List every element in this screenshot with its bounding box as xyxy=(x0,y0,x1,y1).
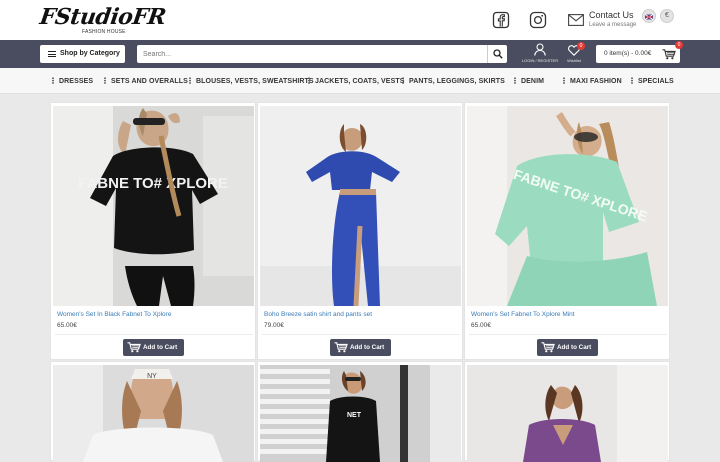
dots-icon xyxy=(52,77,54,84)
shop-by-category-button[interactable]: Shop by Category xyxy=(40,45,125,63)
cart-icon xyxy=(541,342,555,353)
cart-count-badge: 0 xyxy=(675,41,683,49)
divider xyxy=(469,334,667,335)
product-image[interactable] xyxy=(260,106,461,306)
login-register-label: LOGIN / REGISTER xyxy=(521,58,559,63)
product-card: FABNE TO# XPLORE Women's Set In Black Fa… xyxy=(50,102,256,360)
shop-by-category-label: Shop by Category xyxy=(60,50,120,57)
contact-subtitle: Leave a message xyxy=(589,22,637,28)
nav-item-label: PANTS, LEGGINGS, SKIRTS xyxy=(409,78,505,85)
cart-icon xyxy=(662,49,676,60)
contact-us-link[interactable]: Contact Us Leave a message xyxy=(568,9,638,33)
divider xyxy=(55,334,253,335)
product-card xyxy=(464,361,670,462)
nav-item-blouses[interactable]: BLOUSES, VESTS, SWEATSHIRTS xyxy=(189,68,314,94)
category-nav: DRESSES SETS AND OVERALLS BLOUSES, VESTS… xyxy=(0,68,720,94)
nav-item-label: DRESSES xyxy=(59,78,94,85)
product-title-link[interactable]: Women's Set In Black Fabnet To Xplore xyxy=(57,311,171,318)
nav-item-label: MAXI FASHION xyxy=(570,78,622,85)
nav-item-label: JACKETS, COATS, VESTS xyxy=(315,78,405,85)
product-title-link[interactable]: Women's Set Fabnet To Xplore Mint xyxy=(471,311,575,318)
logo-subtitle: FASHION HOUSE xyxy=(82,29,126,35)
user-icon xyxy=(534,43,546,56)
product-card: FABNE TO# XPLORE Women's Set Fabnet To X… xyxy=(464,102,670,360)
main-toolbar: Shop by Category LOGIN / REGISTER 0 Wish… xyxy=(0,40,720,68)
dots-icon xyxy=(563,77,565,84)
product-image[interactable]: FABNE TO# XPLORE xyxy=(53,106,254,306)
nav-item-maxi-fashion[interactable]: MAXI FASHION xyxy=(563,68,622,94)
dots-icon xyxy=(402,77,404,84)
nav-item-dresses[interactable]: DRESSES xyxy=(52,68,93,94)
wishlist-label: Wishlist xyxy=(567,58,581,63)
dots-icon xyxy=(104,77,106,84)
nav-item-label: BLOUSES, VESTS, SWEATSHIRTS xyxy=(196,78,314,85)
menu-icon xyxy=(48,51,56,57)
search-button[interactable] xyxy=(487,45,507,63)
cart-button[interactable]: 0 item(s) - 0.00€ 0 xyxy=(596,41,683,63)
contact-title: Contact Us xyxy=(589,10,634,20)
top-header: FStudioFR FASHION HOUSE Contact Us Leave… xyxy=(0,0,720,40)
add-to-cart-label: Add to Cart xyxy=(557,344,592,351)
divider xyxy=(262,334,460,335)
add-to-cart-button[interactable]: Add to Cart xyxy=(537,339,598,356)
nav-item-sets-and-overalls[interactable]: SETS AND OVERALLS xyxy=(104,68,188,94)
nav-item-pants[interactable]: PANTS, LEGGINGS, SKIRTS xyxy=(402,68,505,94)
add-to-cart-button[interactable]: Add to Cart xyxy=(330,339,391,356)
nav-item-denim[interactable]: DENIM xyxy=(514,68,544,94)
instagram-icon[interactable] xyxy=(529,11,547,29)
cart-icon xyxy=(334,342,348,353)
dots-icon xyxy=(631,77,633,84)
product-price: 79.00€ xyxy=(264,322,284,329)
nav-item-specials[interactable]: SPECIALS xyxy=(631,68,674,94)
product-image[interactable] xyxy=(467,365,668,462)
search-icon xyxy=(493,49,503,59)
cart-icon xyxy=(127,342,141,353)
shirt-print: FABNE TO# XPLORE xyxy=(78,175,228,192)
product-card: NET xyxy=(257,361,463,462)
add-to-cart-label: Add to Cart xyxy=(350,344,385,351)
language-flag-icon[interactable] xyxy=(642,9,656,23)
logo-text: FStudioFR xyxy=(38,4,168,30)
product-card: NY xyxy=(50,361,256,462)
currency-switcher[interactable]: € xyxy=(660,9,674,23)
add-to-cart-button[interactable]: Add to Cart xyxy=(123,339,184,356)
product-card: Boho Breeze satin shirt and pants set 79… xyxy=(257,102,463,360)
product-grid: FABNE TO# XPLORE Women's Set In Black Fa… xyxy=(50,102,670,462)
product-price: 65.00€ xyxy=(57,322,77,329)
wishlist-link[interactable]: 0 Wishlist xyxy=(564,42,585,65)
envelope-icon xyxy=(568,14,584,26)
nav-item-label: DENIM xyxy=(521,78,545,85)
product-title-link[interactable]: Boho Breeze satin shirt and pants set xyxy=(264,311,372,318)
product-price: 65.00€ xyxy=(471,322,491,329)
product-image[interactable]: NET xyxy=(260,365,461,462)
nav-item-label: SETS AND OVERALLS xyxy=(111,78,188,85)
dots-icon xyxy=(514,77,516,84)
nav-item-label: SPECIALS xyxy=(638,78,674,85)
product-image[interactable]: NY xyxy=(53,365,254,462)
cap-print: NY xyxy=(147,373,157,380)
product-image[interactable]: FABNE TO# XPLORE xyxy=(467,106,668,306)
facebook-icon[interactable] xyxy=(492,11,510,29)
shirt-print: NET xyxy=(347,412,362,419)
add-to-cart-label: Add to Cart xyxy=(143,344,178,351)
cart-summary: 0 item(s) - 0.00€ xyxy=(604,50,652,57)
login-register-link[interactable]: LOGIN / REGISTER xyxy=(522,43,558,65)
search-input[interactable] xyxy=(137,45,487,63)
wishlist-count-badge: 0 xyxy=(577,42,585,50)
site-logo[interactable]: FStudioFR FASHION HOUSE xyxy=(38,4,168,35)
nav-item-jackets[interactable]: JACKETS, COATS, VESTS xyxy=(308,68,404,94)
dots-icon xyxy=(189,77,191,84)
dots-icon xyxy=(308,77,310,84)
